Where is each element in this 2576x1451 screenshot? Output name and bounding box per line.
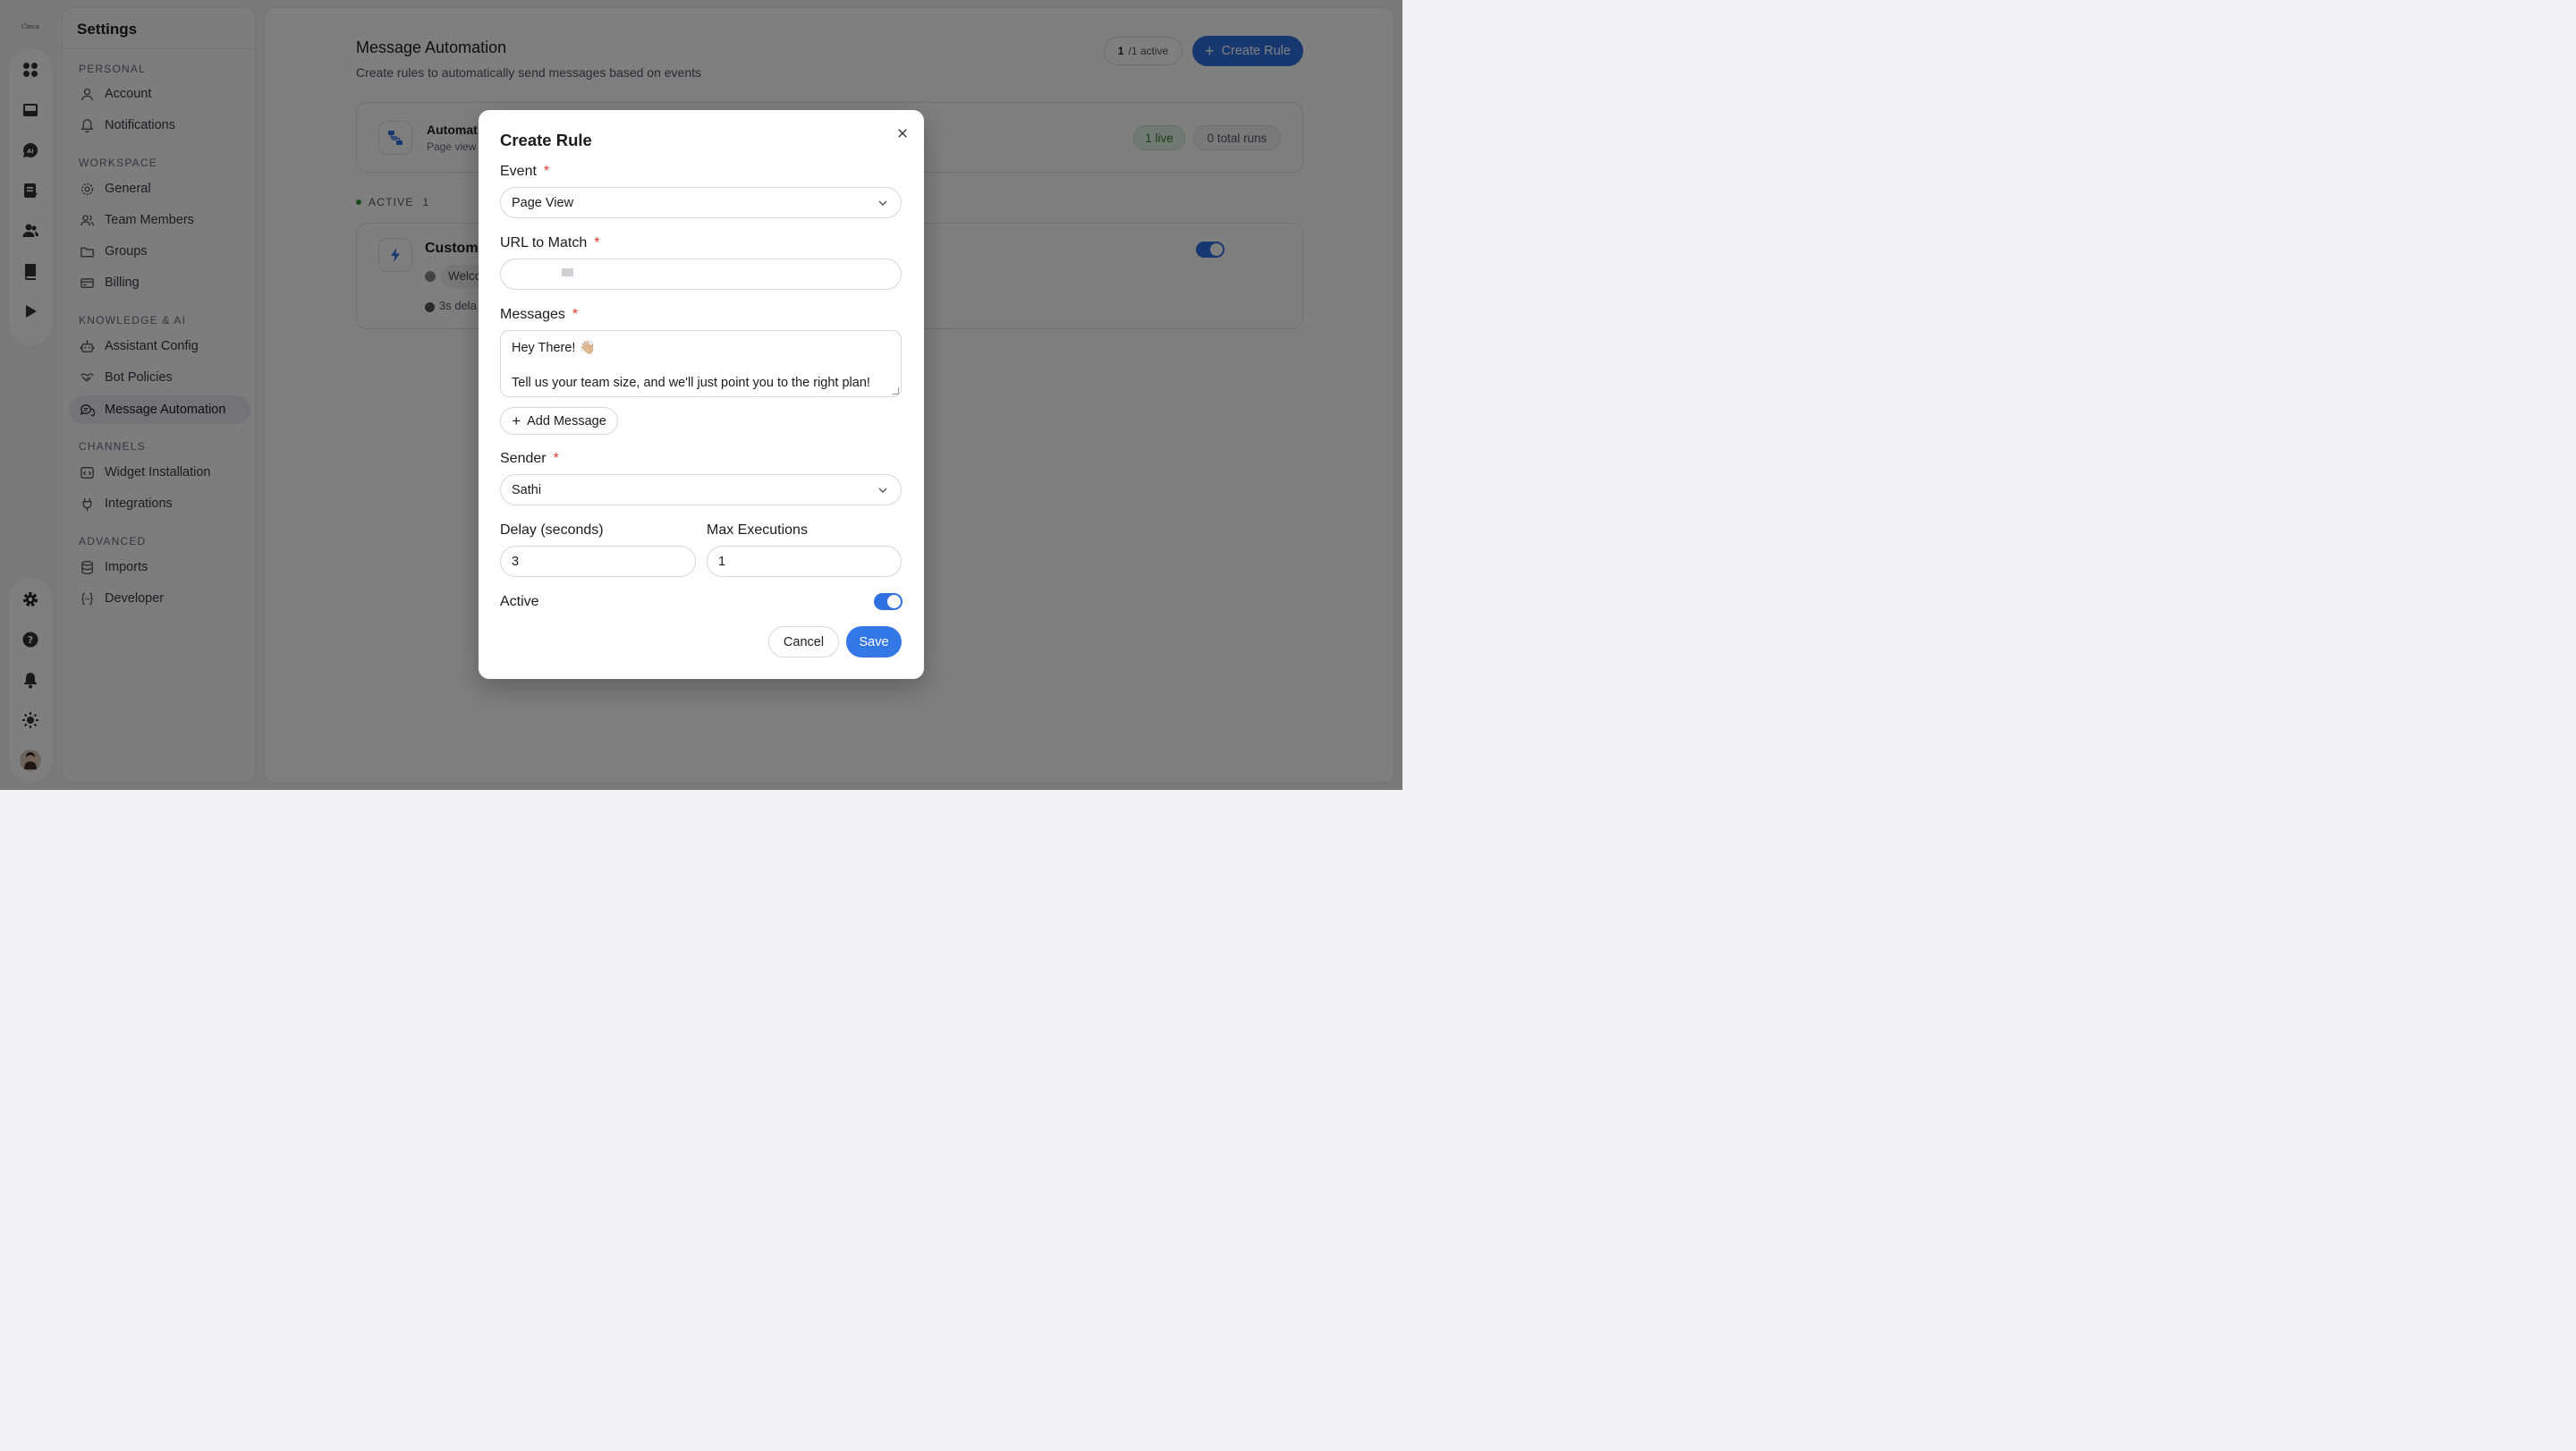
url-label: URL to Match * (500, 235, 599, 251)
sender-label: Sender * (500, 451, 559, 467)
max-executions-label: Max Executions (707, 522, 808, 538)
chevron-down-icon (878, 200, 887, 206)
max-executions-input-value: 1 (718, 554, 726, 569)
close-icon[interactable] (894, 124, 911, 142)
sender-label-text: Sender (500, 451, 547, 466)
message-line-1: Hey There! 👋🏼 (512, 341, 596, 355)
text-cursor-indicator (562, 268, 573, 276)
cancel-button[interactable]: Cancel (768, 626, 839, 658)
event-select-value: Page View (512, 195, 574, 210)
add-message-label: Add Message (527, 413, 606, 429)
create-rule-modal: Create Rule Event * Page View URL to Matc… (479, 110, 924, 679)
sender-select[interactable]: Sathi (500, 474, 902, 505)
url-input[interactable] (500, 259, 902, 290)
delay-label: Delay (seconds) (500, 522, 604, 538)
messages-textarea[interactable]: Hey There! 👋🏼 Tell us your team size, an… (500, 330, 902, 397)
modal-title: Create Rule (500, 131, 592, 149)
save-label: Save (859, 634, 889, 649)
required-mark: * (594, 235, 600, 250)
url-label-text: URL to Match (500, 235, 588, 250)
toggle-knob (887, 595, 901, 608)
required-mark: * (543, 164, 550, 179)
event-label: Event * (500, 164, 549, 180)
messages-label-text: Messages (500, 307, 565, 322)
message-line-2: Tell us your team size, and we'll just p… (512, 376, 870, 390)
plus-icon: + (512, 412, 521, 429)
chevron-down-icon (878, 488, 887, 493)
delay-input[interactable]: 3 (500, 546, 696, 577)
delay-input-value: 3 (512, 554, 520, 569)
active-toggle[interactable] (874, 593, 902, 610)
add-message-button[interactable]: + Add Message (500, 407, 618, 435)
cancel-label: Cancel (783, 634, 825, 649)
required-mark: * (553, 451, 559, 466)
event-label-text: Event (500, 164, 537, 179)
event-select[interactable]: Page View (500, 187, 902, 218)
sender-select-value: Sathi (512, 482, 542, 497)
max-executions-input[interactable]: 1 (707, 546, 902, 577)
active-label: Active (500, 594, 539, 609)
messages-label: Messages * (500, 307, 578, 323)
resize-handle-icon[interactable] (892, 387, 899, 395)
required-mark: * (572, 307, 579, 322)
save-button[interactable]: Save (846, 626, 902, 658)
